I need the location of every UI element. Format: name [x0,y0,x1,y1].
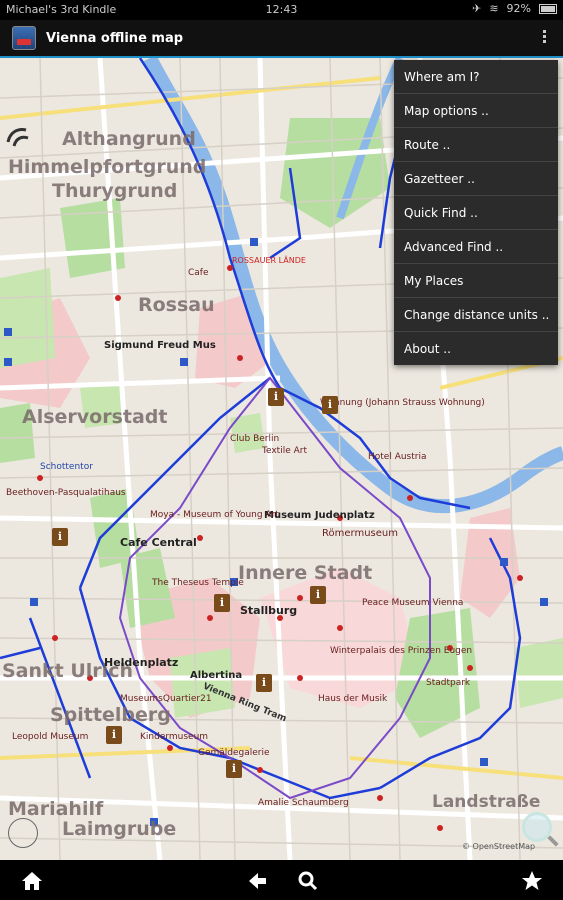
app-title: Vienna offline map [46,31,184,46]
battery-icon [539,3,557,14]
menu-item-route[interactable]: Route .. [394,128,558,162]
info-marker-icon[interactable]: i [52,528,68,546]
district-label: Thurygrund [52,180,178,202]
poi-label[interactable]: Heldenplatz [104,656,178,669]
navigation-bar [0,860,563,900]
poi-label[interactable]: Römermuseum [322,528,398,539]
status-bar: Michael's 3rd Kindle 12:43 ✈ ≋ 92% [0,0,563,20]
info-marker-icon[interactable]: i [106,726,122,744]
status-icons: ✈ ≋ 92% [472,2,557,15]
map-attribution: © OpenStreetMap [462,842,536,851]
info-marker-icon[interactable]: i [214,594,230,612]
poi-label[interactable]: Peace Museum Vienna [362,598,463,608]
district-label: Althangrund [62,128,196,150]
poi-label[interactable]: MuseumsQuartier21 [120,694,212,704]
overflow-menu-icon[interactable] [539,28,549,50]
menu-item-quick-find[interactable]: Quick Find .. [394,196,558,230]
poi-label[interactable]: Haus der Musik [318,694,387,704]
poi-label[interactable]: Museum Judenplatz [264,510,375,521]
poi-label[interactable]: Sigmund Freud Mus [104,340,216,351]
district-label: Laimgrube [62,818,177,840]
poi-label[interactable]: Wohnung (Johann Strauss Wohnung) [320,398,485,408]
wifi-icon: ≋ [489,2,499,15]
district-label: Himmelpfortgrund [8,156,207,178]
poi-label[interactable]: Stadtpark [426,678,470,688]
poi-label[interactable]: Winterpalais des Prinzen Eugen [330,646,472,656]
poi-label[interactable]: Club Berlin [230,434,279,444]
poi-label[interactable]: Gemäldegalerie [198,748,270,758]
poi-label[interactable]: The Theseus Temple [152,578,244,588]
menu-item-change-distance-units[interactable]: Change distance units .. [394,298,558,332]
airplane-icon: ✈ [472,2,482,15]
app-icon[interactable] [12,26,36,50]
poi-label[interactable]: Moya - Museum of Young Art [150,510,279,520]
menu-item-advanced-find[interactable]: Advanced Find .. [394,230,558,264]
options-menu: Where am I? Map options .. Route .. Gaze… [394,60,558,365]
info-marker-icon[interactable]: i [256,674,272,692]
menu-item-about[interactable]: About .. [394,332,558,366]
menu-item-gazetteer[interactable]: Gazetteer .. [394,162,558,196]
poi-label[interactable]: Kindermuseum [140,732,208,742]
search-icon[interactable] [296,870,320,892]
poi-label[interactable]: Schottentor [40,462,93,472]
back-arrow-icon[interactable] [245,870,269,892]
compass-icon[interactable] [4,124,32,152]
poi-label[interactable]: Albertina [190,670,242,681]
info-marker-icon[interactable]: i [322,396,338,414]
district-label: Mariahilf [8,798,104,820]
info-marker-icon[interactable]: i [310,586,326,604]
menu-item-my-places[interactable]: My Places [394,264,558,298]
poi-label[interactable]: Beethoven-Pasqualatihaus [6,488,126,498]
district-label: Spittelberg [50,704,171,726]
scale-indicator-icon [8,818,38,848]
star-icon[interactable] [520,870,544,892]
zoom-magnifier-icon[interactable] [522,812,552,842]
battery-percent: 92% [506,2,531,15]
district-label: Landstraße [432,792,541,812]
poi-label[interactable]: Amalie Schaumberg [258,798,349,808]
district-label: Alservorstadt [22,406,168,428]
info-marker-icon[interactable]: i [268,388,284,406]
poi-label[interactable]: ROSSAUER LÄNDE [232,256,306,265]
poi-label[interactable]: Stallburg [240,604,297,617]
poi-label[interactable]: Cafe [188,268,209,278]
district-label: Rossau [138,294,215,316]
district-label: Innere Stadt [238,562,373,584]
home-icon[interactable] [20,870,44,892]
poi-label[interactable]: Leopold Museum [12,732,88,742]
poi-label[interactable]: Cafe Central [120,536,197,549]
poi-label[interactable]: Hotel Austria [368,452,427,462]
info-marker-icon[interactable]: i [226,760,242,778]
menu-item-where-am-i[interactable]: Where am I? [394,60,558,94]
app-bar: Vienna offline map [0,20,563,58]
poi-label[interactable]: Textile Art [262,446,307,456]
menu-item-map-options[interactable]: Map options .. [394,94,558,128]
